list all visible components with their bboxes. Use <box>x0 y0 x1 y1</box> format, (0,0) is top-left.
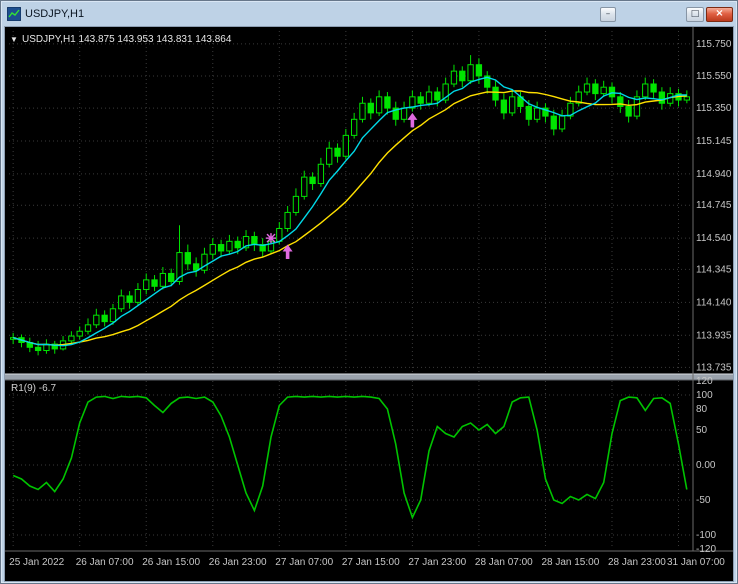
svg-text:R1(9) -6.7: R1(9) -6.7 <box>11 383 56 394</box>
svg-text:26 Jan 07:00: 26 Jan 07:00 <box>76 557 134 568</box>
svg-text:115.750: 115.750 <box>696 39 732 50</box>
svg-text:26 Jan 23:00: 26 Jan 23:00 <box>209 557 267 568</box>
svg-text:115.145: 115.145 <box>696 136 732 147</box>
symbol-info-label: ▼ USDJPY,H1 143.875 143.953 143.831 143.8… <box>10 34 232 45</box>
indicator-label: R1(9) -6.7 <box>11 383 56 394</box>
svg-text:120: 120 <box>696 376 713 387</box>
svg-text:27 Jan 15:00: 27 Jan 15:00 <box>342 557 400 568</box>
svg-text:113.935: 113.935 <box>696 330 732 341</box>
svg-text:-100: -100 <box>696 530 716 541</box>
svg-text:100: 100 <box>696 390 713 401</box>
svg-text:50: 50 <box>696 425 708 436</box>
svg-text:114.940: 114.940 <box>696 169 732 180</box>
chart-canvas[interactable]: 115.750 115.550 115.350 115.145 114.940 114.7… <box>5 27 733 581</box>
minimize-button[interactable]: – <box>600 6 616 22</box>
time-axis[interactable]: 25 Jan 2022 26 Jan 07:00 26 Jan 15:00 26 Ja… <box>9 557 725 568</box>
svg-text:28 Jan 23:00: 28 Jan 23:00 <box>608 557 666 568</box>
window-title: USDJPY,H1 <box>25 8 85 20</box>
svg-text:80: 80 <box>696 404 708 415</box>
chart-window-icon <box>7 7 21 21</box>
panel-splitter[interactable] <box>5 374 733 380</box>
svg-text:115.350: 115.350 <box>696 103 732 114</box>
svg-text:27 Jan 23:00: 27 Jan 23:00 <box>408 557 466 568</box>
svg-text:114.345: 114.345 <box>696 264 732 275</box>
svg-text:114.140: 114.140 <box>696 297 732 308</box>
svg-text:26 Jan 15:00: 26 Jan 15:00 <box>142 557 200 568</box>
chart-client-area: 115.750 115.550 115.350 115.145 114.940 114.7… <box>4 26 734 582</box>
signal-star-marker <box>265 233 276 244</box>
svg-text:-120: -120 <box>696 544 716 555</box>
svg-text:28 Jan 07:00: 28 Jan 07:00 <box>475 557 533 568</box>
svg-text:114.540: 114.540 <box>696 233 732 244</box>
close-button[interactable]: × <box>706 6 733 22</box>
svg-text:28 Jan 15:00: 28 Jan 15:00 <box>541 557 599 568</box>
svg-text:▼: ▼ <box>10 35 18 44</box>
svg-text:25 Jan 2022: 25 Jan 2022 <box>9 557 64 568</box>
titlebar[interactable]: USDJPY,H1 – □ × <box>4 4 734 26</box>
svg-text:114.745: 114.745 <box>696 200 732 211</box>
restore-button[interactable]: □ <box>686 6 704 22</box>
svg-text:113.735: 113.735 <box>696 362 732 373</box>
svg-text:-50: -50 <box>696 495 711 506</box>
svg-text:27 Jan 07:00: 27 Jan 07:00 <box>275 557 333 568</box>
svg-text:115.550: 115.550 <box>696 71 732 82</box>
svg-text:31 Jan 07:00: 31 Jan 07:00 <box>667 557 725 568</box>
svg-text:0.00: 0.00 <box>696 460 716 471</box>
chart-window: USDJPY,H1 – □ × 115.750 115.550 115.350 115… <box>0 0 738 584</box>
svg-text:USDJPY,H1 143.875 143.953 143.: USDJPY,H1 143.875 143.953 143.831 143.86… <box>22 34 232 45</box>
